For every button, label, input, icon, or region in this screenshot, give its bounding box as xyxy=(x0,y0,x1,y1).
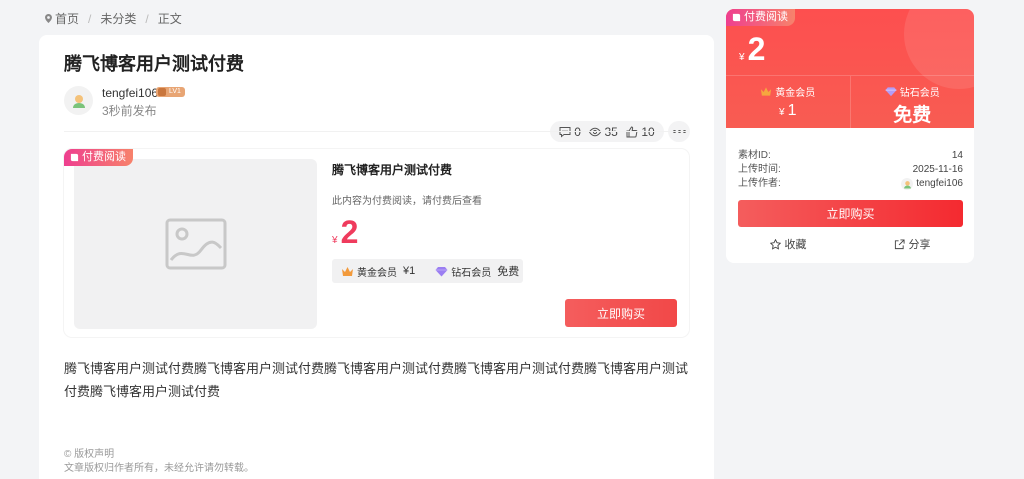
sidebar-diamond-label-row: 钻石会员 xyxy=(885,84,940,99)
breadcrumb: 首页 / 未分类 / 正文 xyxy=(45,10,182,27)
diamond-icon xyxy=(885,87,897,97)
meta-label: 上传作者: xyxy=(738,178,781,189)
share-label: 分享 xyxy=(908,239,931,251)
sidebar-buy-button[interactable]: 立即购买 xyxy=(738,200,963,227)
favorite-label: 收藏 xyxy=(784,239,807,251)
meta-row-author: 上传作者: tengfei106 xyxy=(738,177,963,191)
member-prices: 黄金会员 ¥1 钻石会员 免费 xyxy=(332,259,523,283)
meta-row-upload-time: 上传时间: 2025-11-16 xyxy=(738,163,963,177)
meta-row-id: 素材ID: 14 xyxy=(738,149,963,163)
divider xyxy=(64,131,689,132)
level-badge: LV1 xyxy=(156,87,185,97)
share-button[interactable]: 分享 xyxy=(850,236,974,252)
paid-price: ¥ 2 xyxy=(332,214,358,250)
resource-meta: 素材ID: 14 上传时间: 2025-11-16 上传作者: tengfei1… xyxy=(738,149,963,191)
diamond-member-label: 钻石会员 xyxy=(451,267,492,279)
currency-symbol: ¥ xyxy=(779,107,785,118)
paid-description: 此内容为付费阅读，请付费后查看 xyxy=(332,196,482,207)
price-value: 2 xyxy=(747,31,766,67)
thumbnail-placeholder xyxy=(74,159,317,329)
sidebar-gold-member: 黄金会员 ¥ 1 xyxy=(726,76,850,128)
sidebar-member-prices: 黄金会员 ¥ 1 钻石会员 免费 xyxy=(726,75,974,128)
sidebar-tag-label: 付费阅读 xyxy=(744,11,788,23)
diamond-member-price: 钻石会员 免费 xyxy=(435,263,519,279)
publish-time: 3秒前发布 xyxy=(102,104,157,118)
breadcrumb-current: 正文 xyxy=(157,12,182,26)
sidebar-paid-tag: 付费阅读 xyxy=(726,9,795,26)
user-avatar-icon xyxy=(72,94,85,108)
meta-value: tengfei106 xyxy=(916,178,963,189)
copyright-text: 文章版权归作者所有，未经允许请勿转载。 xyxy=(64,463,254,474)
share-icon xyxy=(894,238,905,249)
paid-content-box: 付费阅读 腾飞博客用户测试付费 此内容为付费阅读，请付费后查看 ¥ 2 黄金会员… xyxy=(64,149,689,337)
price-value: 2 xyxy=(340,214,359,250)
crown-icon xyxy=(761,87,772,96)
sidebar-price: ¥ 2 xyxy=(739,31,765,67)
page-title: 腾飞博客用户测试付费 xyxy=(64,54,244,74)
paid-read-tag: 付费阅读 xyxy=(64,149,133,166)
gold-member-label: 黄金会员 xyxy=(357,267,397,279)
book-icon xyxy=(70,153,79,162)
book-icon xyxy=(732,13,741,22)
star-icon xyxy=(769,238,781,250)
gold-member-label: 黄金会员 xyxy=(775,88,816,99)
currency-symbol: ¥ xyxy=(739,52,745,63)
breadcrumb-separator: / xyxy=(88,11,92,26)
meta-author[interactable]: tengfei106 xyxy=(901,177,963,191)
copyright-title: © 版权声明 xyxy=(64,449,115,460)
diamond-member-value: 免费 xyxy=(497,266,520,278)
sidebar-purchase-card: 付费阅读 ¥ 2 黄金会员 ¥ 1 钻石会员 免费 素材ID: 14 上传时间:… xyxy=(726,9,974,263)
sidebar-actions: 收藏 分享 xyxy=(726,236,974,252)
meta-value: 2025-11-16 xyxy=(912,164,963,175)
favorite-button[interactable]: 收藏 xyxy=(726,236,850,252)
breadcrumb-home[interactable]: 首页 xyxy=(55,10,79,27)
breadcrumb-separator: / xyxy=(145,11,149,26)
gold-member-price: 黄金会员 ¥1 xyxy=(341,264,415,279)
currency-symbol: ¥ xyxy=(332,235,338,246)
diamond-member-label: 钻石会员 xyxy=(899,88,940,99)
breadcrumb-category[interactable]: 未分类 xyxy=(100,10,136,27)
buy-button[interactable]: 立即购买 xyxy=(565,299,677,327)
avatar[interactable] xyxy=(64,86,93,115)
gold-member-value: ¥ 1 xyxy=(779,102,796,120)
user-avatar-icon xyxy=(903,180,911,188)
location-pin-icon xyxy=(45,14,52,23)
article-body: 腾飞博客用户测试付费腾飞博客用户测试付费腾飞博客用户测试付费腾飞博客用户测试付费… xyxy=(64,361,689,399)
diamond-member-value: 免费 xyxy=(893,105,932,126)
meta-value: 14 xyxy=(951,150,963,161)
image-placeholder-icon xyxy=(165,218,226,270)
sidebar-price-header: 付费阅读 ¥ 2 黄金会员 ¥ 1 钻石会员 免费 xyxy=(726,9,974,128)
paid-tag-label: 付费阅读 xyxy=(82,151,126,163)
article-card: 腾飞博客用户测试付费 tengfei106 LV1 3秒前发布 0 35 10 xyxy=(39,35,714,479)
author-name[interactable]: tengfei106 xyxy=(102,86,158,100)
avatar xyxy=(901,178,914,190)
crown-icon xyxy=(342,266,353,276)
meta-label: 素材ID: xyxy=(738,150,771,161)
sidebar-gold-label-row: 黄金会员 xyxy=(760,84,815,99)
sidebar-diamond-member: 钻石会员 免费 xyxy=(849,76,975,128)
paid-title: 腾飞博客用户测试付费 xyxy=(332,163,453,177)
gold-member-value: ¥1 xyxy=(403,265,416,277)
meta-label: 上传时间: xyxy=(738,164,781,175)
diamond-icon xyxy=(435,266,448,276)
gold-price-number: 1 xyxy=(787,102,797,119)
